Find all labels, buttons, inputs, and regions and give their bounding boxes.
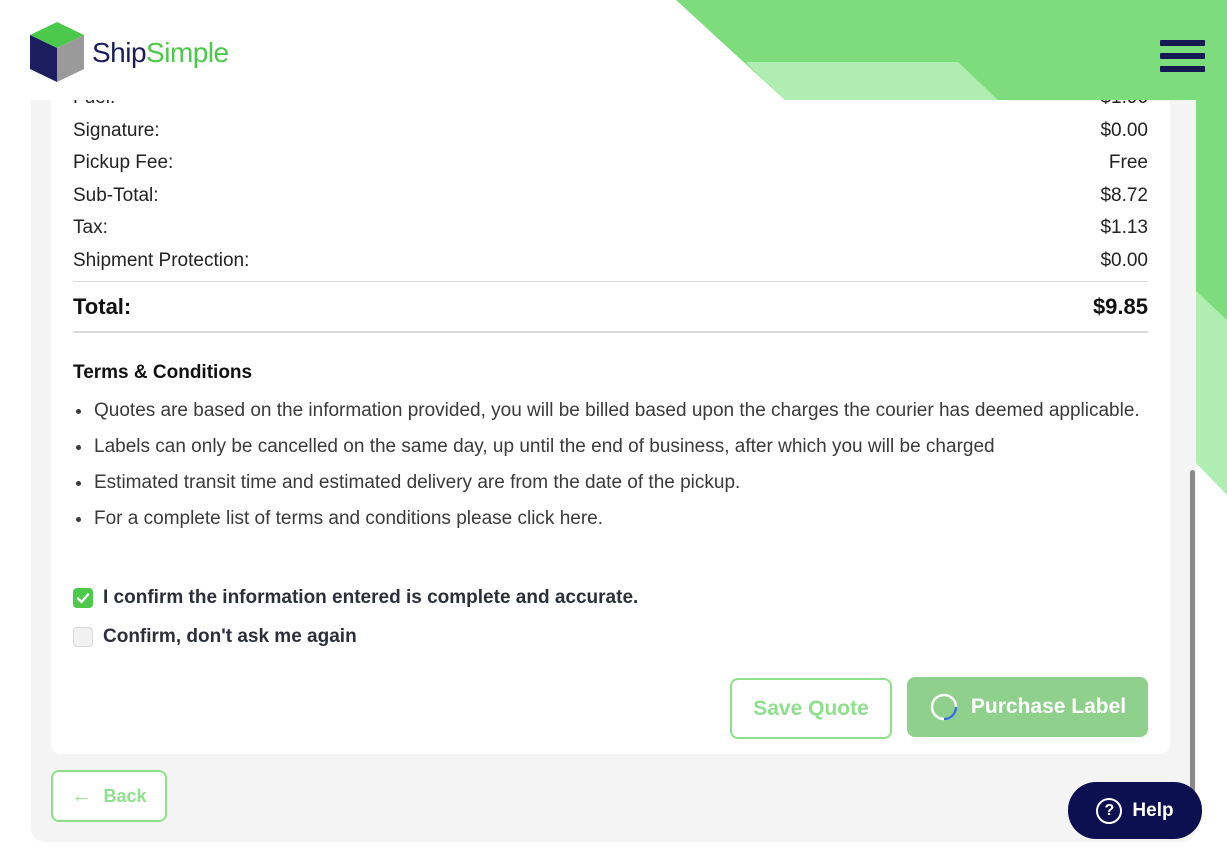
- back-label: Back: [103, 785, 147, 806]
- price-breakdown: Fuel: $1.96 Signature: $0.00 Pickup Fee:…: [73, 100, 1148, 333]
- arrow-left-icon: ←: [71, 784, 92, 807]
- confirm-accurate-label: I confirm the information entered is com…: [103, 587, 639, 608]
- price-row-pickup-fee: Pickup Fee: Free: [73, 147, 1148, 180]
- price-row-subtotal: Sub-Total: $8.72: [73, 180, 1148, 213]
- total-label: Total:: [73, 293, 132, 319]
- scrollbar-thumb[interactable]: [1190, 470, 1195, 830]
- price-label: Pickup Fee:: [73, 152, 174, 174]
- save-quote-label: Save Quote: [753, 696, 869, 720]
- hamburger-menu-icon[interactable]: [1160, 40, 1206, 76]
- brand-simple-text: Simple: [146, 37, 229, 68]
- price-label: Sub-Total:: [73, 184, 159, 206]
- price-row-signature: Signature: $0.00: [73, 115, 1148, 148]
- price-value: $0.00: [1100, 119, 1148, 141]
- cube-logo-icon: [30, 22, 84, 82]
- empty-checkbox-icon[interactable]: [73, 627, 93, 647]
- price-label: Signature:: [73, 119, 160, 141]
- confirm-dont-ask-checkbox[interactable]: Confirm, don't ask me again: [73, 626, 357, 648]
- terms-item: Estimated transit time and estimated del…: [73, 468, 1148, 498]
- loading-spinner-icon: [930, 693, 958, 721]
- terms-item: Quotes are based on the information prov…: [73, 396, 1148, 426]
- help-button[interactable]: ? Help: [1068, 782, 1202, 839]
- price-value: $0.00: [1100, 249, 1148, 271]
- question-circle-icon: ?: [1096, 797, 1123, 824]
- price-label: Tax:: [73, 217, 108, 239]
- price-value: Free: [1108, 152, 1148, 174]
- total-value: $9.85: [1092, 293, 1148, 319]
- price-row-shipment-protection: Shipment Protection: $0.00: [73, 245, 1148, 278]
- terms-and-conditions: Terms & Conditions Quotes are based on t…: [73, 362, 1148, 540]
- brand-ship-text: Ship: [92, 37, 147, 68]
- price-row-fuel: Fuel: $1.96: [73, 100, 1148, 115]
- confirm-accurate-checkbox[interactable]: I confirm the information entered is com…: [73, 587, 638, 609]
- price-label: Shipment Protection:: [73, 249, 250, 271]
- brand-name: ShipSimple: [92, 37, 229, 69]
- checkmark-icon[interactable]: [73, 588, 93, 608]
- checkout-panel: Fuel: $1.96 Signature: $0.00 Pickup Fee:…: [31, 100, 1196, 842]
- help-label: Help: [1132, 799, 1174, 821]
- back-button[interactable]: ← Back: [51, 770, 167, 822]
- price-label: Fuel:: [73, 100, 115, 109]
- save-quote-button[interactable]: Save Quote: [730, 678, 892, 739]
- confirm-dont-ask-label: Confirm, don't ask me again: [103, 626, 357, 647]
- purchase-label-button[interactable]: Purchase Label: [907, 677, 1148, 737]
- terms-item-link[interactable]: For a complete list of terms and conditi…: [73, 504, 1148, 534]
- terms-item: Labels can only be cancelled on the same…: [73, 432, 1148, 462]
- price-value: $8.72: [1100, 184, 1148, 206]
- purchase-label-text: Purchase Label: [970, 695, 1127, 718]
- price-row-total: Total: $9.85: [73, 281, 1148, 333]
- price-value: $1.96: [1100, 100, 1148, 109]
- price-value: $1.13: [1100, 217, 1148, 239]
- shipsimple-logo[interactable]: ShipSimple: [26, 20, 229, 86]
- quote-summary-card: Fuel: $1.96 Signature: $0.00 Pickup Fee:…: [51, 100, 1170, 754]
- terms-title: Terms & Conditions: [73, 362, 253, 383]
- price-row-tax: Tax: $1.13: [73, 212, 1148, 245]
